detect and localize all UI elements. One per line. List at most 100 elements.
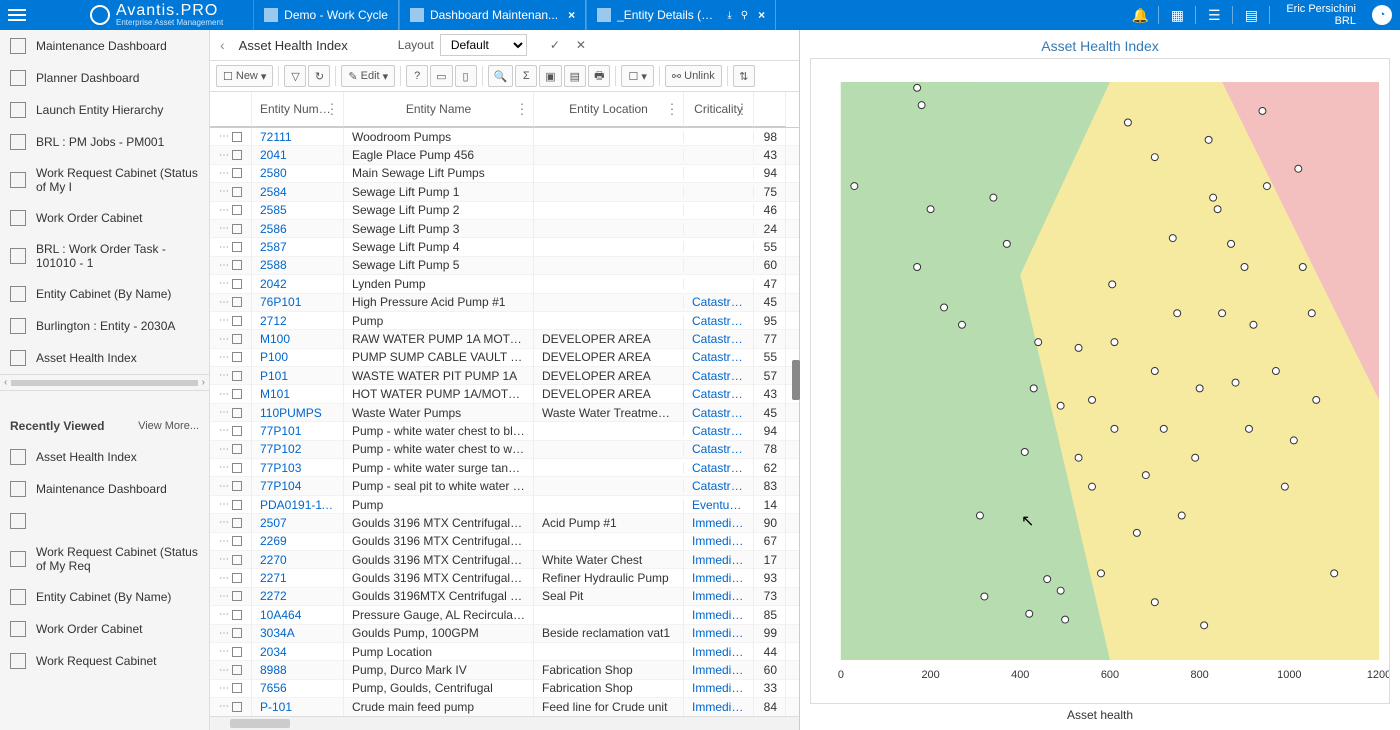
cell-criticality[interactable] <box>684 278 754 290</box>
column-menu-icon[interactable]: ⋮ <box>325 101 339 118</box>
sidebar-item[interactable]: BRL : PM Jobs - PM001 <box>0 126 209 158</box>
cell-criticality[interactable]: Immediate L.. <box>684 694 754 716</box>
view-more-link[interactable]: View More... <box>138 420 199 432</box>
row-menu-icon[interactable]: ⋯ <box>219 352 229 363</box>
row-menu-icon[interactable]: ⋯ <box>219 297 229 308</box>
row-menu-icon[interactable]: ⋯ <box>219 205 229 216</box>
recent-item[interactable]: Maintenance Dashboard <box>0 473 209 505</box>
sidebar-item[interactable]: Asset Health Index <box>0 342 209 374</box>
doc1-icon[interactable]: ▭ <box>430 65 452 87</box>
pane-resize-handle[interactable] <box>792 360 800 400</box>
confirm-icon[interactable]: ✓ <box>545 35 565 55</box>
recent-item[interactable]: Work Request Cabinet <box>0 645 209 677</box>
row-menu-icon[interactable]: ⋯ <box>219 481 229 492</box>
row-menu-icon[interactable]: ⋯ <box>219 628 229 639</box>
row-menu-icon[interactable]: ⋯ <box>219 334 229 345</box>
sidebar-item[interactable]: Work Order Cabinet <box>0 202 209 234</box>
recent-item[interactable]: Asset Health Index <box>0 441 209 473</box>
row-menu-icon[interactable]: ⋯ <box>219 186 229 197</box>
col-entity-number[interactable]: Entity Number⋮ <box>252 92 344 127</box>
bell-icon[interactable]: 🔔 <box>1132 7 1148 23</box>
close-icon[interactable]: × <box>568 8 575 22</box>
row-menu-icon[interactable]: ⋯ <box>219 223 229 234</box>
sidebar-item[interactable]: Launch Entity Hierarchy <box>0 94 209 126</box>
data-grid[interactable]: Entity Number⋮ Entity Name⋮ Entity Locat… <box>210 92 799 716</box>
row-menu-icon[interactable]: ⋯ <box>219 389 229 400</box>
tab-demo[interactable]: Demo - Work Cycle <box>253 0 399 30</box>
row-menu-icon[interactable]: ⋯ <box>219 701 229 712</box>
sum-icon[interactable]: Σ <box>515 65 537 87</box>
apps-icon[interactable]: ▤ <box>1243 7 1259 23</box>
hamburger-menu-icon[interactable] <box>8 4 30 26</box>
table-row[interactable]: ⋯ P-101Crude main feed pumpFeed line for… <box>210 698 799 716</box>
search-icon[interactable]: 🔍 <box>488 65 514 87</box>
row-menu-icon[interactable]: ⋯ <box>219 665 229 676</box>
row-menu-icon[interactable]: ⋯ <box>219 425 229 436</box>
row-menu-icon[interactable]: ⋯ <box>219 591 229 602</box>
help-icon[interactable]: ? <box>406 65 428 87</box>
layout-select[interactable]: Default <box>440 34 527 56</box>
row-menu-icon[interactable]: ⋯ <box>219 168 229 179</box>
recent-item[interactable]: Work Order Cabinet <box>0 613 209 645</box>
column-menu-icon[interactable]: ⋮ <box>735 101 749 118</box>
row-menu-icon[interactable]: ⋯ <box>219 444 229 455</box>
cell-criticality[interactable] <box>684 204 754 216</box>
print-icon[interactable]: 🖶 <box>588 65 610 87</box>
sidebar-item[interactable]: Maintenance Dashboard <box>0 30 209 62</box>
cancel-icon[interactable]: ✕ <box>571 35 591 55</box>
row-menu-icon[interactable]: ⋯ <box>219 278 229 289</box>
download-icon[interactable]: ⤓ <box>727 10 731 21</box>
row-menu-icon[interactable]: ⋯ <box>219 407 229 418</box>
row-menu-icon[interactable]: ⋯ <box>219 536 229 547</box>
nav-scrollbar[interactable]: ‹› <box>0 374 209 391</box>
col-criticality[interactable]: Criticality⋮ <box>684 92 754 127</box>
back-arrow-icon[interactable]: ‹ <box>216 37 229 53</box>
sidebar-item[interactable]: Planner Dashboard <box>0 62 209 94</box>
new-button[interactable]: ☐ New ▾ <box>216 65 273 87</box>
more-button[interactable]: ☐ ▾ <box>621 65 653 87</box>
column-menu-icon[interactable]: ⋮ <box>515 101 529 118</box>
sort-icon[interactable]: ⇅ <box>733 65 755 87</box>
cell-criticality[interactable] <box>684 259 754 271</box>
col-entity-name[interactable]: Entity Name⋮ <box>344 92 534 127</box>
cell-criticality[interactable] <box>684 186 754 198</box>
pin-icon[interactable]: ⚲ <box>741 10 748 21</box>
export-excel-icon[interactable]: ▣ <box>539 65 561 87</box>
doc2-icon[interactable]: ▯ <box>455 65 477 87</box>
cell-criticality[interactable] <box>684 149 754 161</box>
row-menu-icon[interactable]: ⋯ <box>219 499 229 510</box>
sidebar-item[interactable]: Burlington : Entity - 2030A <box>0 310 209 342</box>
avatar[interactable]: ◔ <box>1372 5 1392 25</box>
export-pdf-icon[interactable]: ▤ <box>564 65 586 87</box>
cell-entity-number[interactable]: P-101 <box>252 694 344 716</box>
sidebar-item[interactable]: BRL : Work Order Task - 101010 - 1 <box>0 234 209 278</box>
unlink-button[interactable]: ⚯Unlink <box>665 65 722 87</box>
row-menu-icon[interactable]: ⋯ <box>219 517 229 528</box>
recent-item[interactable]: Work Request Cabinet (Status of My Req <box>0 537 209 581</box>
row-menu-icon[interactable]: ⋯ <box>219 242 229 253</box>
row-menu-icon[interactable]: ⋯ <box>219 315 229 326</box>
row-menu-icon[interactable]: ⋯ <box>219 683 229 694</box>
cell-criticality[interactable] <box>684 167 754 179</box>
sidebar-item[interactable]: Work Request Cabinet (Status of My I <box>0 158 209 202</box>
row-menu-icon[interactable]: ⋯ <box>219 131 229 142</box>
cell-criticality[interactable] <box>684 131 754 143</box>
row-menu-icon[interactable]: ⋯ <box>219 609 229 620</box>
grid-icon[interactable]: ▦ <box>1169 7 1185 23</box>
tab-dashboard[interactable]: Dashboard Maintenan... × <box>399 0 586 30</box>
row-menu-icon[interactable]: ⋯ <box>219 554 229 565</box>
tab-entity-details[interactable]: _Entity Details (Asset... ⤓ ⚲ × <box>586 0 776 30</box>
list-icon[interactable]: ☰ <box>1206 7 1222 23</box>
row-menu-icon[interactable]: ⋯ <box>219 573 229 584</box>
row-menu-icon[interactable]: ⋯ <box>219 150 229 161</box>
column-menu-icon[interactable]: ⋮ <box>665 101 679 118</box>
refresh-icon[interactable]: ↻ <box>308 65 330 87</box>
row-menu-icon[interactable]: ⋯ <box>219 260 229 271</box>
horizontal-scrollbar[interactable] <box>210 716 799 730</box>
row-menu-icon[interactable]: ⋯ <box>219 646 229 657</box>
col-entity-location[interactable]: Entity Location⋮ <box>534 92 684 127</box>
row-menu-icon[interactable]: ⋯ <box>219 462 229 473</box>
cell-criticality[interactable] <box>684 223 754 235</box>
cell-criticality[interactable] <box>684 241 754 253</box>
user-block[interactable]: Eric Persichini BRL <box>1286 3 1356 27</box>
